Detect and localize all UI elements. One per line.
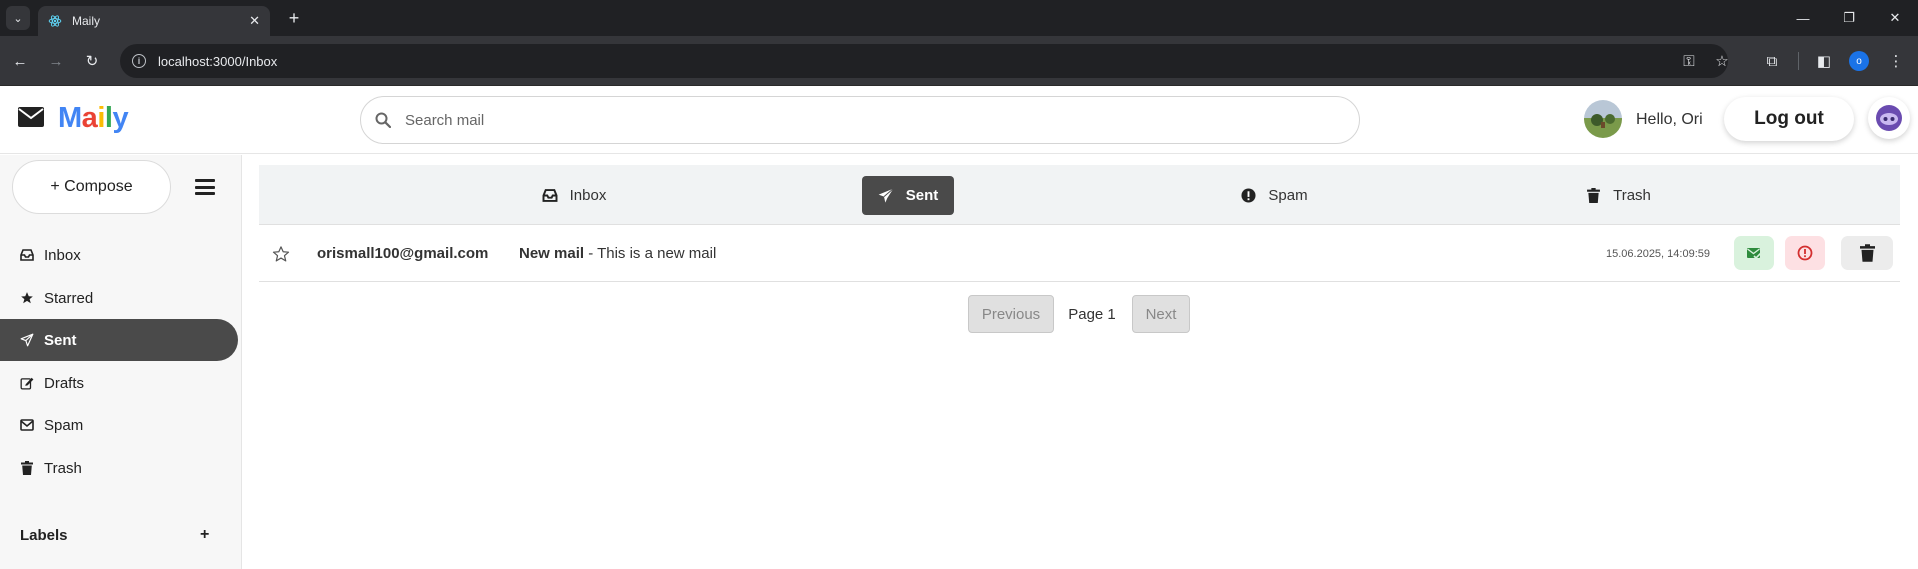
search-icon <box>375 112 391 128</box>
sidebar-item-label: Inbox <box>44 246 81 264</box>
browser-tab-strip: ⌄ Maily ✕ + — ❐ ✕ <box>0 0 1918 36</box>
app-logo[interactable]: Maily <box>58 102 129 135</box>
send-icon <box>20 333 34 347</box>
logo-letter: i <box>97 102 105 134</box>
site-info-icon[interactable]: i <box>132 54 146 68</box>
react-favicon-icon <box>48 15 62 27</box>
browser-tab[interactable]: Maily ✕ <box>38 6 270 36</box>
tab-label: Sent <box>905 187 939 204</box>
sidebar: + Compose Inbox Starred Sent Drafts Spam <box>0 155 242 569</box>
browser-menu-icon[interactable]: ⋮ <box>1884 49 1908 73</box>
robot-icon <box>1876 105 1902 131</box>
mail-sender: orismall100@gmail.com <box>317 245 489 262</box>
sidebar-item-starred[interactable]: Starred <box>0 277 238 319</box>
previous-page-button[interactable]: Previous <box>968 295 1054 333</box>
address-bar[interactable]: i localhost:3000/Inbox <box>120 44 1728 78</box>
sidebar-item-label: Starred <box>44 289 94 307</box>
close-tab-icon[interactable]: ✕ <box>249 13 260 29</box>
mail-snippet: This is a new mail <box>597 245 717 262</box>
tab-sent[interactable]: Sent <box>862 176 954 215</box>
back-arrow-icon[interactable]: ← <box>8 49 32 73</box>
mail-row[interactable]: orismall100@gmail.com New mail - This is… <box>259 226 1900 282</box>
restore-icon[interactable]: ❐ <box>1826 0 1872 36</box>
minimize-icon[interactable]: — <box>1780 0 1826 36</box>
labels-heading: Labels <box>20 527 68 544</box>
edit-icon <box>20 376 34 390</box>
add-label-button[interactable]: + <box>200 526 209 544</box>
bookmark-star-icon[interactable]: ☆ <box>1710 49 1734 73</box>
extensions-icon[interactable]: ⧉ <box>1760 49 1784 73</box>
logo-letter: l <box>104 102 113 134</box>
key-icon[interactable]: ⚿ <box>1677 49 1701 73</box>
sidebar-item-spam[interactable]: Spam <box>0 404 238 446</box>
report-spam-button[interactable] <box>1785 236 1825 270</box>
tab-title: Maily <box>72 14 101 28</box>
search-input[interactable] <box>405 111 1359 129</box>
exclamation-circle-icon <box>1240 188 1256 204</box>
trash-icon <box>20 461 34 475</box>
app-header: Maily Hello, Ori Log out <box>0 86 1918 154</box>
trash-icon <box>1585 188 1601 204</box>
tab-search-button[interactable]: ⌄ <box>6 6 30 30</box>
mail-separator: - <box>584 245 598 262</box>
exclamation-circle-icon <box>1797 245 1813 261</box>
mail-subject-line: New mail - This is a new mail <box>519 245 716 262</box>
logo-letter: y <box>112 102 129 134</box>
new-tab-button[interactable]: + <box>282 6 306 30</box>
side-panel-icon[interactable]: ◧ <box>1812 49 1836 73</box>
logo-letter: a <box>81 102 98 134</box>
url-text: localhost:3000/Inbox <box>158 53 278 69</box>
sidebar-item-label: Sent <box>44 331 77 349</box>
logout-button[interactable]: Log out <box>1724 97 1854 141</box>
envelope-icon <box>20 418 34 432</box>
mail-subject: New mail <box>519 245 585 262</box>
sidebar-item-label: Drafts <box>44 374 85 392</box>
tab-label: Trash <box>1613 187 1651 204</box>
star-icon <box>20 291 34 305</box>
page-indicator: Page 1 <box>1068 305 1116 323</box>
search-bar <box>360 96 1360 144</box>
user-avatar[interactable] <box>1584 100 1622 138</box>
tab-label: Spam <box>1268 187 1308 204</box>
sidebar-item-trash[interactable]: Trash <box>0 447 238 489</box>
tab-label: Inbox <box>569 187 607 204</box>
delete-mail-button[interactable] <box>1841 236 1893 270</box>
browser-toolbar: ← → ↻ i localhost:3000/Inbox ⚿ ☆ ⧉ ◧ ⋮ <box>0 36 1918 86</box>
envelope-logo-icon <box>18 107 44 127</box>
toolbar-divider <box>1798 52 1799 70</box>
assistant-avatar[interactable] <box>1868 97 1910 139</box>
tab-inbox[interactable]: Inbox <box>509 176 639 215</box>
next-page-button[interactable]: Next <box>1132 295 1190 333</box>
user-greeting: Hello, Ori <box>1636 111 1703 128</box>
hamburger-menu-icon[interactable] <box>195 179 215 195</box>
send-icon <box>878 187 894 204</box>
profile-avatar[interactable]: o <box>1849 51 1869 71</box>
envelope-check-icon <box>1747 248 1762 260</box>
compose-button[interactable]: + Compose <box>12 160 171 214</box>
forward-arrow-icon[interactable]: → <box>44 49 68 73</box>
sidebar-item-label: Spam <box>44 416 84 434</box>
sidebar-item-drafts[interactable]: Drafts <box>0 362 238 404</box>
mark-read-button[interactable] <box>1734 236 1774 270</box>
sidebar-item-sent[interactable]: Sent <box>0 319 238 361</box>
inbox-icon <box>20 248 34 262</box>
mail-timestamp: 15.06.2025, 14:09:59 <box>1606 248 1710 260</box>
sidebar-item-label: Trash <box>44 459 82 477</box>
inbox-icon <box>542 188 558 204</box>
star-outline-icon[interactable] <box>272 245 290 263</box>
logo-letter: M <box>58 102 82 134</box>
tab-trash[interactable]: Trash <box>1558 176 1678 215</box>
trash-icon <box>1859 244 1875 262</box>
folder-tabs: Inbox Sent Spam Trash <box>259 165 1900 225</box>
reload-icon[interactable]: ↻ <box>80 49 104 73</box>
close-window-icon[interactable]: ✕ <box>1872 0 1918 36</box>
sidebar-item-inbox[interactable]: Inbox <box>0 234 238 276</box>
tab-spam[interactable]: Spam <box>1214 176 1334 215</box>
user-photo-icon <box>1584 100 1622 138</box>
